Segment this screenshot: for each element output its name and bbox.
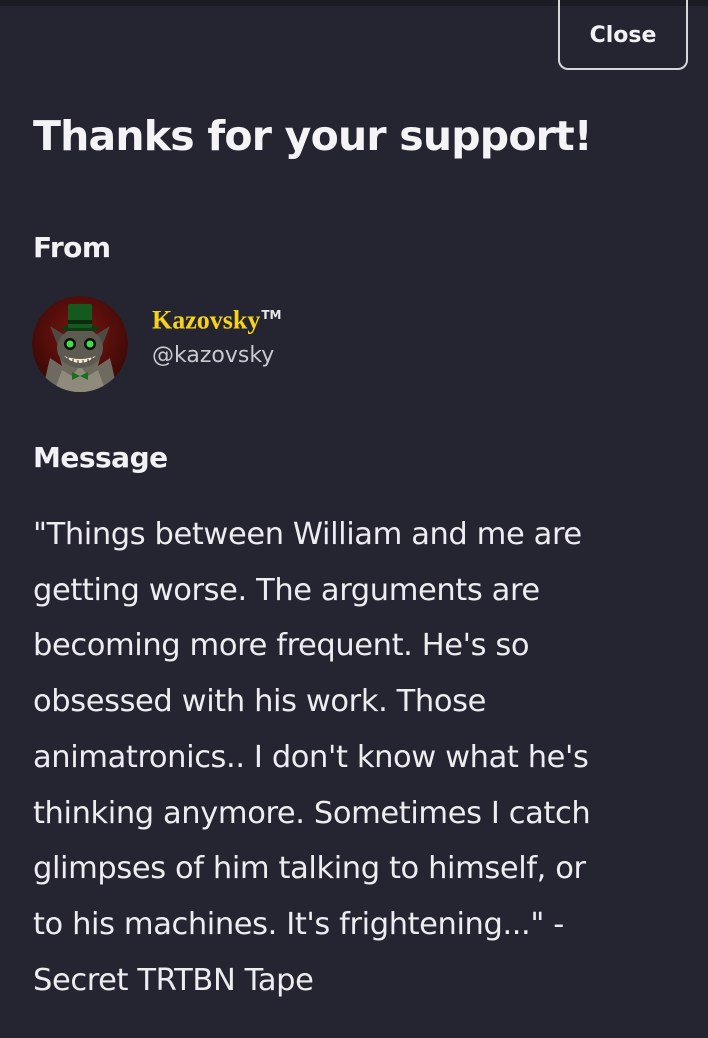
sender-handle: @kazovsky (152, 343, 275, 368)
message-line: animatronics.. I don't know what he's (33, 739, 589, 775)
avatar-cat-top-hat-icon (32, 296, 128, 392)
trademark-mark: TM (261, 308, 282, 322)
sender-display-name: KazovskyTM (152, 298, 281, 338)
message-line: glimpses of him talking to himself, or (33, 851, 586, 887)
message-line: getting worse. The arguments are (33, 572, 540, 608)
message-line: to his machines. It's frightening..." - (33, 906, 564, 942)
from-section-label: From (33, 231, 111, 264)
message-line: "Things between William and me are (33, 517, 582, 552)
message-body: "Things between William and me are getti… (33, 507, 693, 1008)
message-line: obsessed with his work. Those (33, 684, 486, 720)
message-line: thinking anymore. Sometimes I catch (33, 795, 591, 831)
message-line: Secret TRTBN Tape (33, 962, 314, 998)
dialog-title: Thanks for your support! (33, 112, 593, 160)
sender-name-text: Kazovsky (152, 305, 261, 335)
close-button[interactable]: Close (558, 0, 688, 70)
message-line: becoming more frequent. He's so (33, 628, 530, 664)
message-section-label: Message (33, 441, 168, 474)
